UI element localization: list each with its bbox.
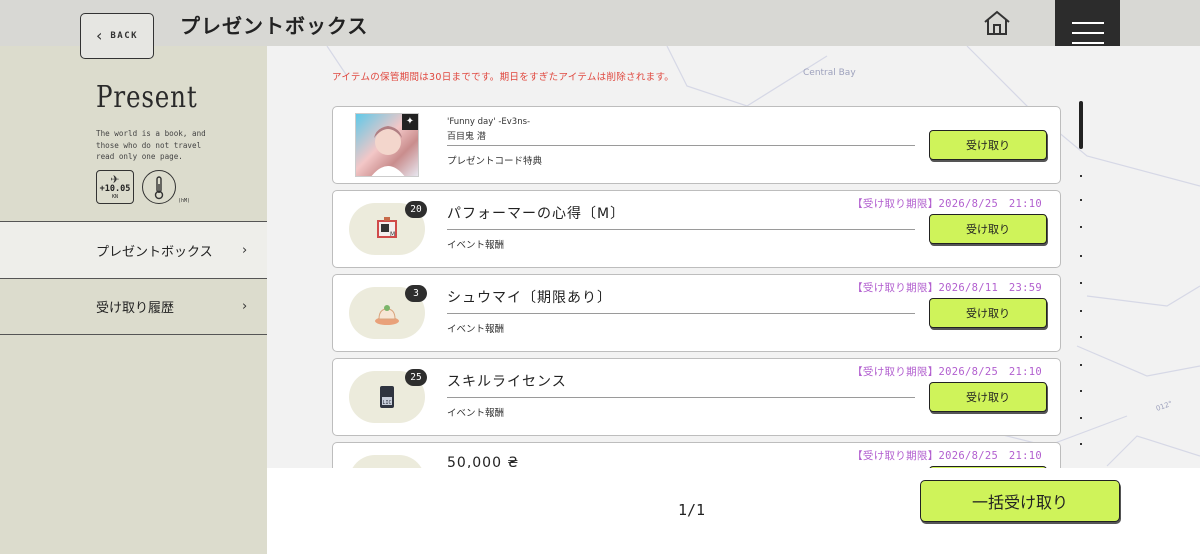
performer-guide-icon: M — [377, 217, 397, 238]
card-character-image: ✦ — [355, 113, 419, 177]
scroll-dot — [1080, 443, 1082, 445]
item-count-badge: 25 — [405, 369, 427, 386]
sidebar-item-label: プレゼントボックス — [96, 244, 213, 260]
page-title: プレゼントボックス — [180, 14, 369, 38]
chevron-right-icon: › — [242, 242, 248, 258]
card-name: シュウマイ〔期限あり〕 — [447, 290, 612, 306]
item-count-badge: 3 — [405, 285, 427, 302]
item-count-badge: 20 — [405, 201, 427, 218]
card-source: プレゼントコード特典 — [447, 156, 543, 167]
svg-text:M: M — [390, 231, 395, 238]
sidebar-nav: プレゼントボックス › 受け取り履歴 › — [0, 221, 267, 335]
scroll-dot — [1080, 336, 1082, 338]
scroll-dot — [1080, 175, 1082, 177]
speed-value: +10.05 — [99, 183, 131, 194]
back-label: BACK — [110, 31, 139, 41]
present-card: M 20 パフォーマーの心得〔M〕 【受け取り期限】2026/8/25 21:1… — [332, 190, 1061, 268]
footer-bar: 1/1 一括受け取り — [267, 468, 1200, 554]
scroll-dot — [1080, 226, 1082, 228]
receive-button[interactable]: 受け取り — [929, 298, 1047, 328]
present-list-area[interactable]: Central Bay 012° アイテムの保管期間は30日までです。期日をすぎ… — [267, 46, 1200, 468]
storage-notice: アイテムの保管期間は30日までです。期日をすぎたアイテムは削除されます。 — [332, 72, 675, 83]
sidebar-title: Present — [96, 80, 198, 115]
card-divider — [447, 397, 915, 398]
map-label: Central Bay — [803, 68, 856, 78]
card-divider — [447, 145, 915, 146]
card-deadline: 【受け取り期限】2026/8/25 21:10 — [852, 366, 1042, 378]
svg-text:LIC: LIC — [383, 400, 392, 406]
status-badges: ✈ +10.05 KN (hM) — [96, 170, 190, 204]
receive-button[interactable]: 受け取り — [929, 130, 1047, 160]
scroll-dot — [1080, 390, 1082, 392]
menu-bar-icon — [1071, 31, 1104, 34]
card-divider — [447, 313, 915, 314]
receive-button[interactable]: 受け取り — [929, 214, 1047, 244]
card-divider — [447, 229, 915, 230]
card-deadline: 【受け取り期限】2026/8/25 21:10 — [852, 450, 1042, 462]
sidebar-description: The world is a book, and those who do no… — [96, 129, 206, 161]
card-type-icon: ✦ — [402, 114, 418, 130]
list-scrollbar-thumb[interactable] — [1079, 101, 1083, 149]
shumai-icon — [375, 305, 399, 325]
present-card: LIC 25 スキルライセンス 【受け取り期限】2026/8/25 21:10 … — [332, 358, 1061, 436]
card-name: パフォーマーの心得〔M〕 — [447, 206, 626, 222]
card-deadline: 【受け取り期限】2026/8/25 21:10 — [852, 198, 1042, 210]
card-source: イベント報酬 — [447, 324, 505, 335]
scroll-dot — [1080, 255, 1082, 257]
scroll-dot — [1080, 310, 1082, 312]
card-source: イベント報酬 — [447, 240, 505, 251]
scroll-dot — [1080, 364, 1082, 366]
airplane-speed-badge: ✈ +10.05 KN — [96, 170, 134, 204]
present-card: ✦ 'Funny day' -Ev3ns- 百目鬼 潜 プレゼントコード特典 受… — [332, 106, 1061, 184]
present-card: 50,000 ₴ 【受け取り期限】2026/8/25 21:10 受け取り — [332, 442, 1061, 468]
chevron-left-icon: ‹ — [95, 26, 103, 45]
menu-bar-icon — [1071, 21, 1104, 24]
home-icon[interactable] — [982, 10, 1012, 36]
present-card: 3 シュウマイ〔期限あり〕 【受け取り期限】2026/8/11 23:59 イベ… — [332, 274, 1061, 352]
top-header: プレゼントボックス — [0, 0, 1200, 65]
page-indicator: 1/1 — [678, 501, 706, 519]
card-deadline: 【受け取り期限】2026/8/11 23:59 — [852, 282, 1042, 294]
thermo-unit: (hM) — [178, 198, 191, 204]
scroll-dot — [1080, 199, 1082, 201]
sidebar: Present The world is a book, and those w… — [0, 46, 267, 554]
back-button[interactable]: ‹ BACK — [80, 13, 154, 59]
menu-bar-icon — [1071, 41, 1104, 44]
item-thumbnail — [349, 455, 425, 468]
card-name: 50,000 ₴ — [447, 455, 520, 468]
map-heading: 012° — [1155, 400, 1174, 413]
sidebar-item-label: 受け取り履歴 — [96, 301, 175, 316]
skill-license-card-icon: LIC — [380, 386, 394, 408]
card-title: 'Funny day' -Ev3ns- — [447, 117, 531, 127]
thermometer-icon — [142, 170, 176, 204]
card-name: 百目鬼 潜 — [447, 132, 486, 142]
speed-unit: KN — [111, 193, 119, 200]
card-name: スキルライセンス — [447, 374, 567, 390]
chevron-right-icon: › — [242, 299, 248, 314]
card-source: イベント報酬 — [447, 408, 505, 419]
receive-button[interactable]: 受け取り — [929, 382, 1047, 412]
scroll-dot — [1080, 282, 1082, 284]
airplane-icon: ✈ — [110, 172, 120, 186]
scroll-dot — [1080, 417, 1082, 419]
sidebar-item-history[interactable]: 受け取り履歴 › — [0, 278, 267, 335]
receive-all-button[interactable]: 一括受け取り — [920, 480, 1120, 522]
sidebar-item-present-box[interactable]: プレゼントボックス › — [0, 221, 267, 278]
